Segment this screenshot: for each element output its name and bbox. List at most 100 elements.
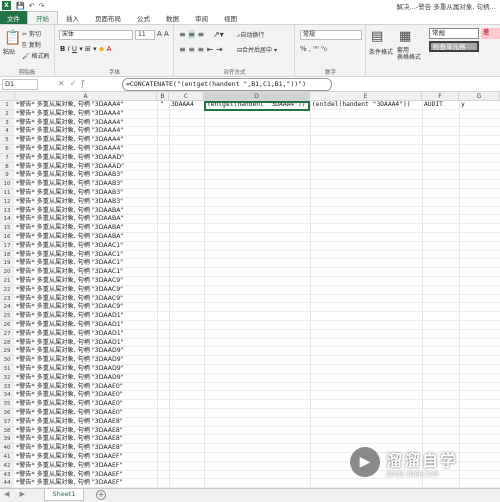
copy-button[interactable]: ⎘ 复制	[22, 40, 41, 50]
column-header-d[interactable]: D	[204, 92, 310, 101]
row-number[interactable]: 24	[0, 303, 14, 313]
number-format-select[interactable]: 常规	[300, 30, 362, 40]
watermark: ▶ 溜溜自学 ZIXUE.3D66.COM	[350, 440, 496, 484]
style-bad[interactable]: 差	[481, 28, 500, 39]
row-number[interactable]: 19	[0, 259, 14, 269]
row-number[interactable]: 32	[0, 373, 14, 383]
font-style-buttons[interactable]: B I U ▾ ⊞ ▾ ◆ A	[60, 45, 111, 53]
row-number[interactable]: 6	[0, 145, 14, 154]
row-number[interactable]: 17	[0, 241, 14, 251]
tab-file[interactable]: 文件	[0, 11, 27, 24]
row-number[interactable]: 26	[0, 321, 14, 330]
style-check-cell[interactable]: 检查单元格	[429, 41, 479, 52]
style-normal[interactable]: 常规	[429, 28, 479, 39]
column-header-a[interactable]: A	[15, 92, 157, 101]
merge-center-button[interactable]: ⊟合并后居中 ▾	[237, 45, 277, 54]
format-as-table-button[interactable]: 套用 表格格式	[397, 47, 421, 61]
sheet-tab-sheet1[interactable]: Sheet1	[44, 489, 84, 501]
row-number[interactable]: 13	[0, 206, 14, 216]
row-number[interactable]: 20	[0, 268, 14, 277]
vertical-align-icons[interactable]: ≡ ≡ ≡	[179, 30, 204, 39]
tab-view[interactable]: 视图	[216, 11, 245, 24]
tab-insert[interactable]: 插入	[58, 11, 87, 24]
cell-b1[interactable]: "	[160, 101, 164, 110]
row-number[interactable]: 31	[0, 365, 14, 374]
row-number[interactable]: 15	[0, 224, 14, 233]
row-number[interactable]: 16	[0, 233, 14, 242]
tab-review[interactable]: 审阅	[187, 11, 216, 24]
horizontal-align-icons[interactable]: ≡ ≡ ≡ ⇤ ⇥	[179, 45, 223, 54]
formula-bar-icons[interactable]: ✕✓ƒ	[58, 79, 89, 88]
row-number[interactable]: 37	[0, 417, 14, 427]
row-number[interactable]: 3	[0, 118, 14, 128]
number-label: 数字	[324, 70, 336, 76]
row-number[interactable]: 5	[0, 136, 14, 145]
column-header-b[interactable]: B	[157, 92, 169, 101]
cell-g1[interactable]: y	[461, 101, 465, 110]
row-number[interactable]: 42	[0, 461, 14, 471]
row-number[interactable]: 18	[0, 250, 14, 260]
tab-formulas[interactable]: 公式	[129, 11, 158, 24]
row-number[interactable]: 8	[0, 162, 14, 172]
row-number[interactable]: 36	[0, 409, 14, 418]
format-as-table-icon[interactable]: ▦	[399, 30, 411, 43]
sheet-nav-arrows[interactable]: ◀ ▶	[4, 490, 29, 498]
title-bar: X 💾↶↷ 解决…-警告 多重从属对象, 句柄…	[0, 0, 500, 11]
row-number[interactable]: 2	[0, 109, 14, 119]
font-grow-icon[interactable]: A A	[157, 30, 169, 38]
row-number[interactable]: 39	[0, 435, 14, 445]
row-number[interactable]: 22	[0, 285, 14, 295]
row-number[interactable]: 10	[0, 180, 14, 189]
row-number[interactable]: 23	[0, 294, 14, 304]
row-number[interactable]: 1	[0, 101, 14, 110]
row-number[interactable]: 12	[0, 197, 14, 207]
row-number[interactable]: 11	[0, 189, 14, 198]
row-number[interactable]: 9	[0, 171, 14, 181]
row-number[interactable]: 34	[0, 391, 14, 401]
name-box[interactable]: D1	[2, 79, 38, 90]
quick-access-toolbar[interactable]: 💾↶↷	[16, 2, 48, 10]
column-header-e[interactable]: E	[310, 92, 422, 101]
format-painter-button[interactable]: 🖌 格式刷	[22, 51, 50, 60]
font-name-select[interactable]: 宋体	[59, 30, 133, 40]
row-number[interactable]: 38	[0, 426, 14, 436]
cut-button[interactable]: ✂ 剪切	[22, 29, 41, 38]
row-number[interactable]: 28	[0, 338, 14, 348]
row-number[interactable]: 25	[0, 312, 14, 321]
formula-input[interactable]: =CONCATENATE("(entget(handent ",B1,C1,B1…	[122, 78, 332, 91]
conditional-format-button[interactable]: 条件格式	[369, 47, 393, 56]
conditional-format-icon[interactable]: ▤	[371, 30, 383, 43]
tab-home[interactable]: 开始	[27, 11, 58, 24]
tab-data[interactable]: 数据	[158, 11, 187, 24]
row-number[interactable]: 44	[0, 479, 14, 488]
font-size-select[interactable]: 11	[135, 30, 155, 40]
number-format-icons[interactable]: % , ⁰⁰ ⁰₀	[300, 45, 327, 53]
row-number[interactable]: 30	[0, 356, 14, 365]
column-header-g[interactable]: G	[459, 92, 500, 101]
cell-e1[interactable]: (entdel(handent "3DAAA4"))	[312, 101, 411, 110]
row-number[interactable]: 14	[0, 215, 14, 225]
paste-icon[interactable]: 📋	[4, 31, 21, 45]
row-number[interactable]: 35	[0, 400, 14, 409]
tab-page-layout[interactable]: 页面布局	[87, 11, 129, 24]
row-number[interactable]: 41	[0, 453, 14, 462]
add-sheet-button[interactable]: +	[96, 490, 106, 500]
column-header-f[interactable]: F	[422, 92, 459, 101]
row-number[interactable]: 4	[0, 127, 14, 137]
copy-label: 复制	[28, 42, 41, 49]
row-number[interactable]: 43	[0, 470, 14, 480]
row-number[interactable]: 33	[0, 382, 14, 392]
row-number[interactable]: 7	[0, 153, 14, 163]
wrap-text-button[interactable]: ⤶自动换行	[237, 30, 264, 40]
select-all-corner[interactable]	[0, 92, 15, 101]
cell-c1[interactable]: 3DAAA4	[171, 101, 194, 110]
row-number[interactable]: 40	[0, 444, 14, 453]
row-number[interactable]: 21	[0, 277, 14, 286]
row-number[interactable]: 27	[0, 329, 14, 339]
column-header-c[interactable]: C	[169, 92, 204, 101]
orientation-icon[interactable]: ↗▾	[213, 30, 224, 39]
cell-f1[interactable]: AUDIT	[424, 101, 443, 110]
row-number[interactable]: 29	[0, 347, 14, 357]
worksheet-grid[interactable]: 1 *警告* 多重从属对象, 句柄 "3DAAA4" 2 *警告* 多重从属对象, 句…	[0, 101, 500, 488]
paste-button[interactable]: 粘贴	[3, 47, 15, 56]
